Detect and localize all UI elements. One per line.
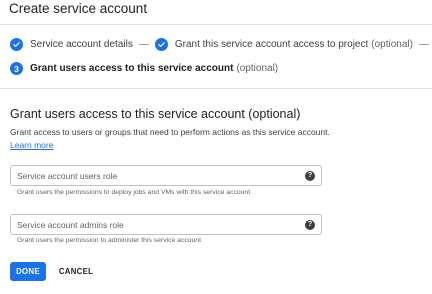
step-connector — [138, 44, 149, 45]
learn-more-link[interactable]: Learn more — [10, 140, 53, 150]
page-title: Create service account — [9, 1, 148, 16]
header: Create service account — [0, 0, 432, 25]
check-icon — [154, 38, 168, 51]
section-description: Grant access to users or groups that nee… — [10, 127, 330, 137]
step-3-number: 3 — [10, 62, 23, 75]
step-connector — [418, 44, 429, 45]
step-1-label[interactable]: Service account details — [30, 39, 133, 50]
admins-role-input[interactable] — [17, 219, 305, 230]
check-icon — [10, 38, 23, 51]
done-button[interactable]: DONE — [10, 262, 46, 281]
step-2-optional: (optional) — [371, 39, 413, 50]
help-icon[interactable]: ? — [305, 170, 315, 181]
admins-role-field[interactable]: ? — [10, 214, 322, 235]
step-2-label[interactable]: Grant this service account access to pro… — [175, 39, 368, 50]
admins-role-hint: Grant users the permission to administer… — [17, 237, 201, 244]
users-role-field[interactable]: ? — [10, 165, 322, 186]
cancel-button[interactable]: CANCEL — [56, 262, 96, 281]
users-role-hint: Grant users the permissions to deploy jo… — [17, 189, 251, 196]
users-role-input[interactable] — [17, 170, 305, 181]
step-3-optional: (optional) — [236, 63, 279, 74]
help-icon[interactable]: ? — [305, 219, 315, 230]
stepper-row-1: Service account details Grant this servi… — [10, 38, 432, 51]
section-title: Grant users access to this service accou… — [10, 107, 301, 121]
divider — [0, 88, 432, 89]
stepper-row-2: 3 Grant users access to this service acc… — [10, 62, 278, 75]
step-3-label[interactable]: Grant users access to this service accou… — [30, 63, 233, 74]
